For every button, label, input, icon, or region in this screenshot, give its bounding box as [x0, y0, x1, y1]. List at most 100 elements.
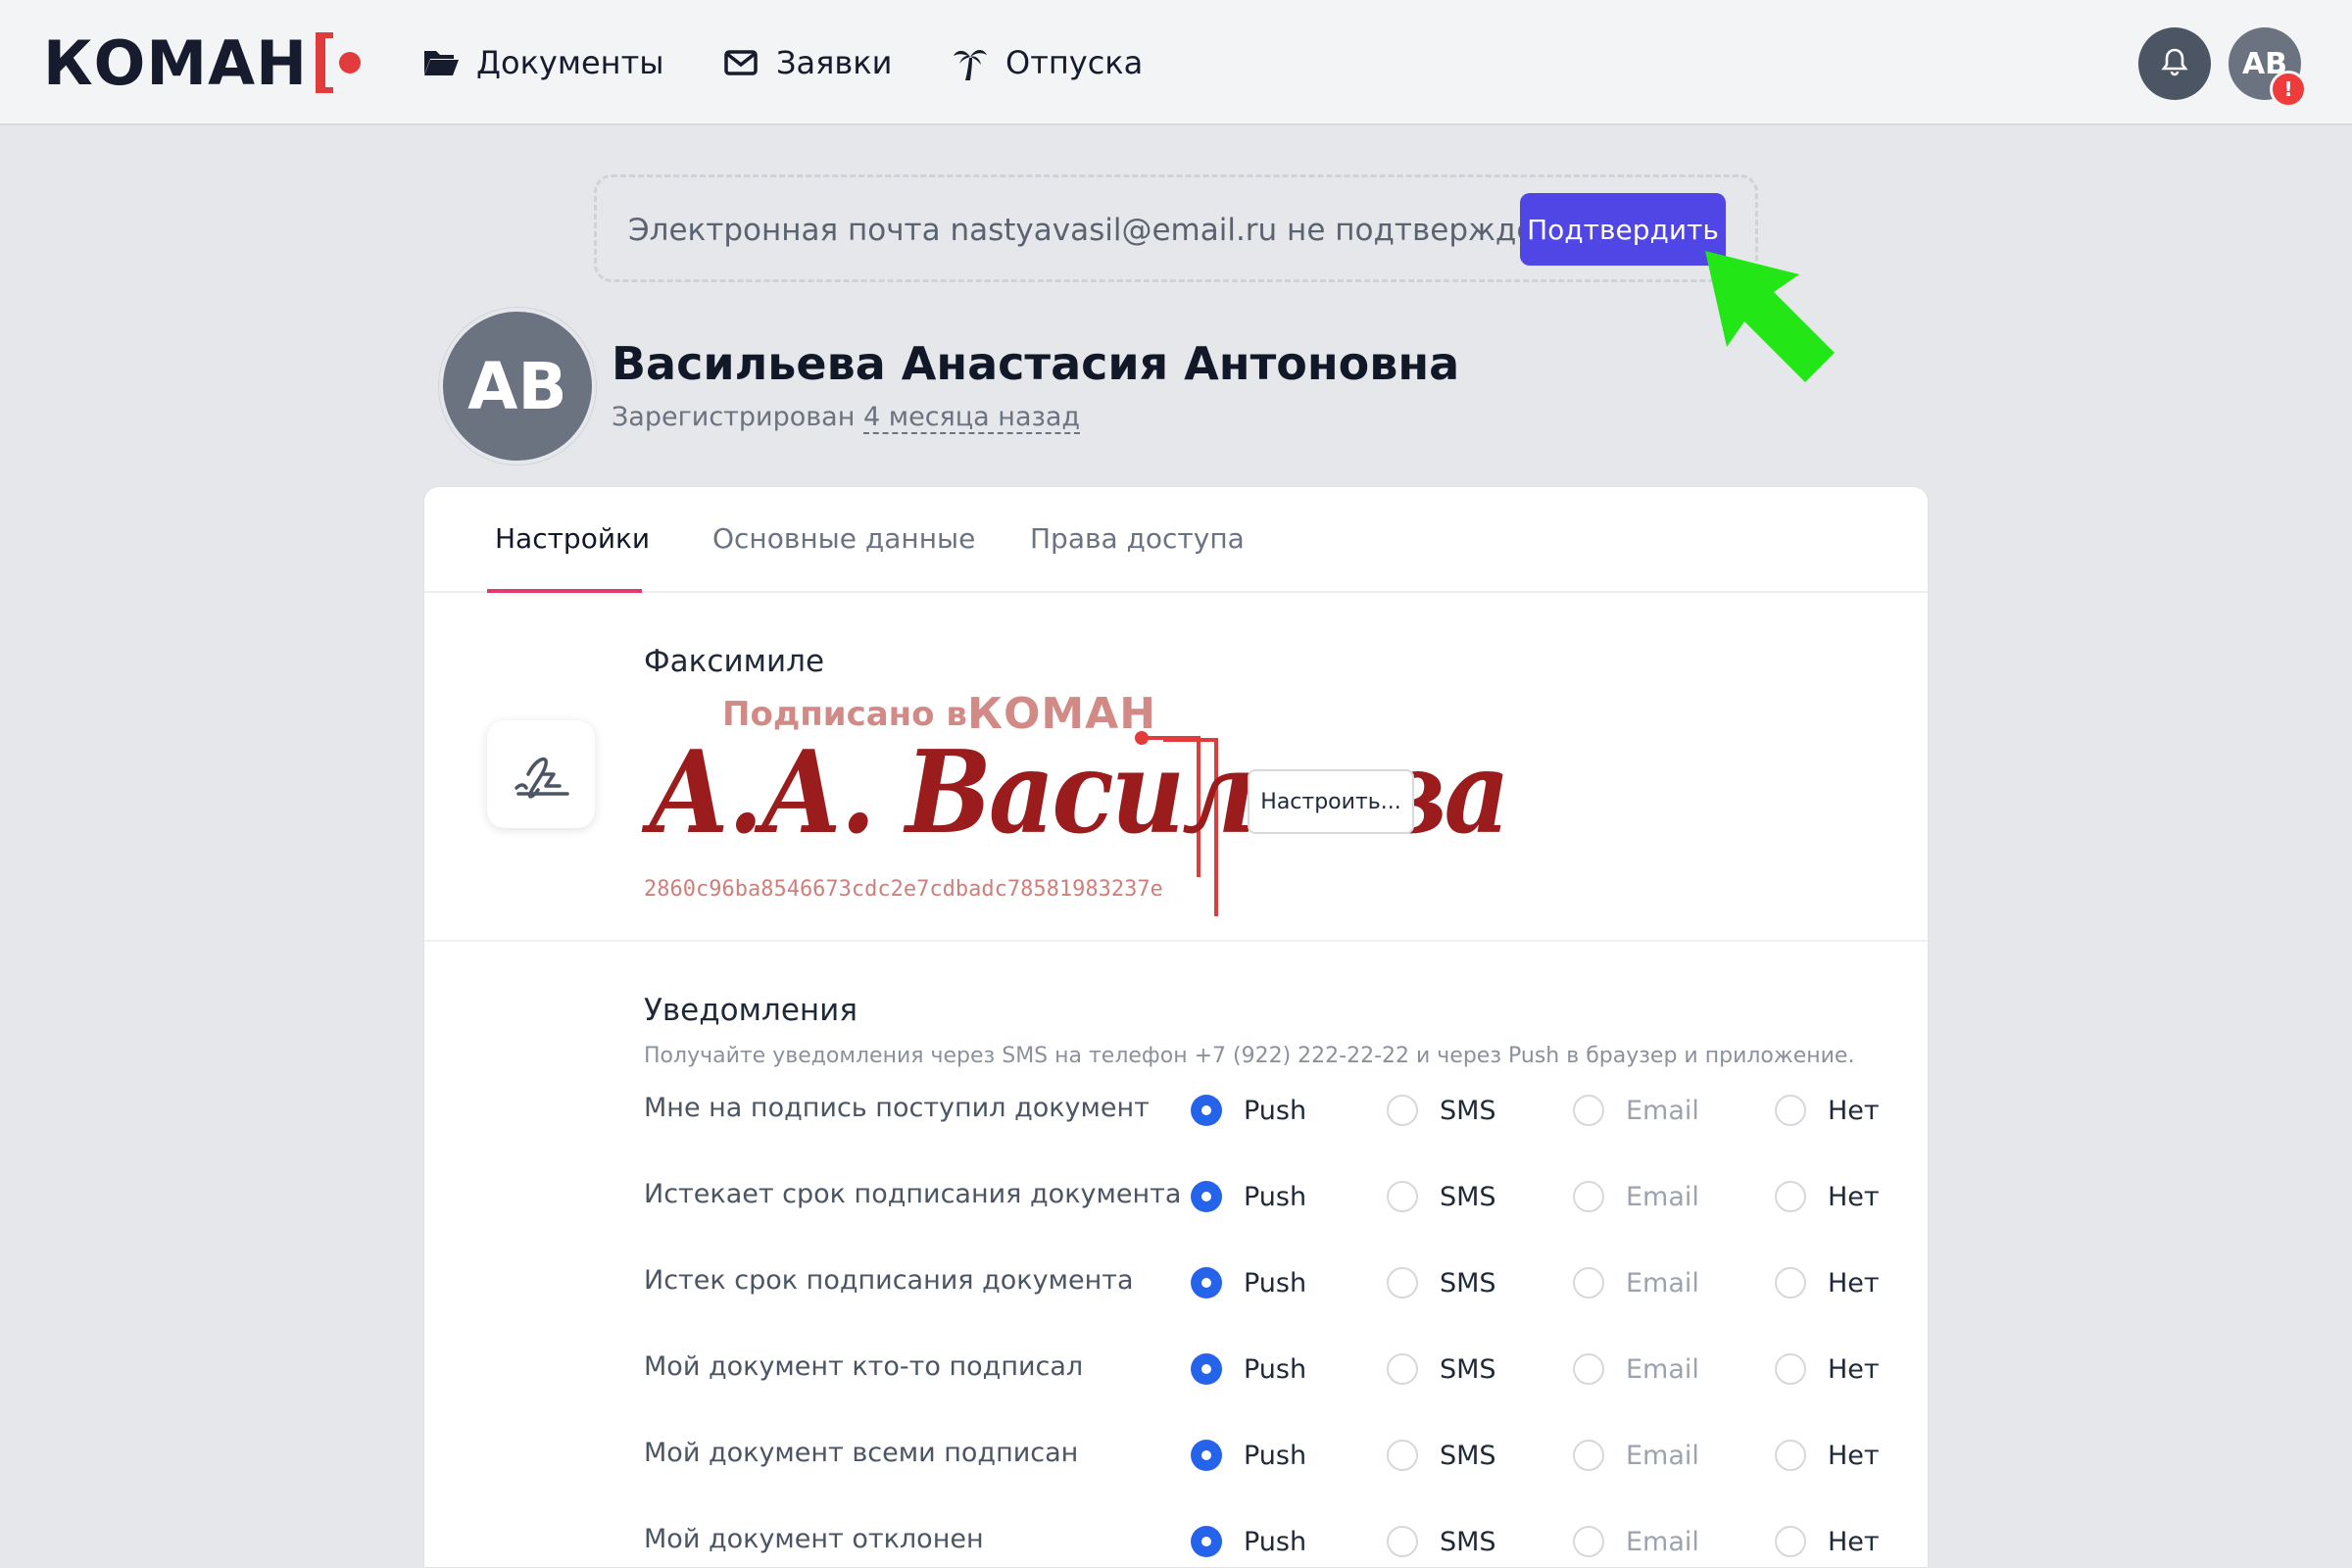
palm-tree-icon	[951, 43, 990, 82]
radio-label: Push	[1244, 1181, 1307, 1212]
registration-info: Зарегистрирован 4 месяца назад	[612, 402, 1081, 434]
notification-option-push[interactable]: Push	[1191, 1434, 1306, 1477]
radio-button[interactable]	[1573, 1440, 1604, 1471]
radio-button[interactable]	[1191, 1526, 1222, 1557]
nav-item-vacations[interactable]: Отпуска	[951, 35, 1143, 90]
notification-option-push[interactable]: Push	[1191, 1089, 1306, 1132]
radio-button[interactable]	[1191, 1353, 1222, 1385]
facsimile-stamp: Подписано в КОМАН А.А. Васильева 2860c96…	[644, 689, 1510, 916]
radio-button[interactable]	[1387, 1353, 1418, 1385]
registered-ago: 4 месяца назад	[862, 402, 1081, 434]
notification-option-email[interactable]: Email	[1573, 1348, 1699, 1391]
notice-text: Электронная почта nastyavasil@email.ru н…	[628, 213, 1574, 248]
configure-facsimile-button[interactable]: Настроить...	[1248, 769, 1414, 834]
radio-label: SMS	[1440, 1440, 1496, 1471]
registered-prefix: Зарегистрирован	[612, 402, 856, 432]
tab-bar: Настройки Основные данные Права доступа	[424, 487, 1928, 593]
notification-option-email[interactable]: Email	[1573, 1089, 1699, 1132]
active-tab-indicator	[487, 589, 642, 593]
radio-label: Email	[1626, 1181, 1699, 1212]
radio-button[interactable]	[1775, 1526, 1806, 1557]
brand-logo[interactable]: КОМАН	[43, 27, 361, 99]
notification-option-none[interactable]: Нет	[1775, 1520, 1880, 1563]
radio-button[interactable]	[1191, 1440, 1222, 1471]
radio-label: Нет	[1828, 1267, 1880, 1298]
radio-button[interactable]	[1387, 1526, 1418, 1557]
radio-label: Push	[1244, 1095, 1307, 1126]
tab-access-rights[interactable]: Права доступа	[1030, 522, 1245, 555]
signature-icon	[487, 720, 595, 828]
tab-settings[interactable]: Настройки	[495, 522, 650, 555]
notification-row-label: Истек срок подписания документа	[644, 1265, 1134, 1296]
notification-option-sms[interactable]: SMS	[1387, 1089, 1496, 1132]
radio-label: Нет	[1828, 1181, 1880, 1212]
radio-label: Push	[1244, 1526, 1307, 1557]
radio-button[interactable]	[1573, 1267, 1604, 1298]
radio-button[interactable]	[1573, 1526, 1604, 1557]
notification-option-none[interactable]: Нет	[1775, 1261, 1880, 1304]
notification-option-sms[interactable]: SMS	[1387, 1520, 1496, 1563]
notification-option-push[interactable]: Push	[1191, 1175, 1306, 1218]
alert-badge: !	[2270, 71, 2307, 108]
notification-option-push[interactable]: Push	[1191, 1261, 1306, 1304]
nav-label: Отпуска	[1005, 44, 1144, 81]
radio-button[interactable]	[1387, 1095, 1418, 1126]
radio-label: SMS	[1440, 1267, 1496, 1298]
notification-option-sms[interactable]: SMS	[1387, 1175, 1496, 1218]
notification-option-none[interactable]: Нет	[1775, 1175, 1880, 1218]
notification-option-sms[interactable]: SMS	[1387, 1261, 1496, 1304]
notification-option-email[interactable]: Email	[1573, 1175, 1699, 1218]
notification-row-label: Истекает срок подписания документа	[644, 1179, 1182, 1209]
radio-label: Нет	[1828, 1440, 1880, 1471]
radio-button[interactable]	[1573, 1181, 1604, 1212]
radio-button[interactable]	[1191, 1267, 1222, 1298]
nav-item-documents[interactable]: Документы	[421, 35, 664, 90]
radio-button[interactable]	[1191, 1095, 1222, 1126]
radio-label: Нет	[1828, 1095, 1880, 1126]
notification-row: Истек срок подписания документа Push SMS Em…	[644, 1261, 1880, 1304]
bell-icon	[2161, 47, 2188, 80]
logo-bracket-mark	[315, 32, 333, 93]
radio-label: Нет	[1828, 1526, 1880, 1557]
radio-button[interactable]	[1775, 1353, 1806, 1385]
radio-button[interactable]	[1387, 1181, 1418, 1212]
radio-label: Email	[1626, 1526, 1699, 1557]
notification-option-email[interactable]: Email	[1573, 1520, 1699, 1563]
notifications-button[interactable]	[2138, 27, 2211, 100]
notification-row-label: Мой документ всеми подписан	[644, 1438, 1079, 1468]
nav-item-requests[interactable]: Заявки	[721, 35, 892, 90]
notification-row-label: Мой документ кто-то подписал	[644, 1351, 1084, 1382]
radio-button[interactable]	[1775, 1095, 1806, 1126]
radio-button[interactable]	[1387, 1267, 1418, 1298]
settings-card: Настройки Основные данные Права доступа …	[423, 486, 1929, 1568]
tab-basic-data[interactable]: Основные данные	[712, 522, 975, 555]
notification-option-email[interactable]: Email	[1573, 1261, 1699, 1304]
notification-option-push[interactable]: Push	[1191, 1520, 1306, 1563]
notification-option-email[interactable]: Email	[1573, 1434, 1699, 1477]
radio-button[interactable]	[1573, 1353, 1604, 1385]
notification-option-sms[interactable]: SMS	[1387, 1348, 1496, 1391]
radio-label: SMS	[1440, 1353, 1496, 1385]
notification-option-push[interactable]: Push	[1191, 1348, 1306, 1391]
profile-name: Васильева Анастасия Антоновна	[612, 337, 1460, 390]
logo-dot-mark	[338, 52, 361, 74]
radio-button[interactable]	[1387, 1440, 1418, 1471]
radio-label: Email	[1626, 1095, 1699, 1126]
notification-option-none[interactable]: Нет	[1775, 1434, 1880, 1477]
radio-label: Нет	[1828, 1353, 1880, 1385]
radio-label: Email	[1626, 1440, 1699, 1471]
notification-option-none[interactable]: Нет	[1775, 1348, 1880, 1391]
radio-label: Push	[1244, 1353, 1307, 1385]
radio-label: SMS	[1440, 1095, 1496, 1126]
radio-button[interactable]	[1573, 1095, 1604, 1126]
radio-label: Push	[1244, 1440, 1307, 1471]
radio-button[interactable]	[1775, 1440, 1806, 1471]
notifications-title: Уведомления	[644, 993, 858, 1028]
radio-button[interactable]	[1191, 1181, 1222, 1212]
radio-button[interactable]	[1775, 1267, 1806, 1298]
confirm-email-button[interactable]: Подтвердить	[1520, 193, 1726, 266]
radio-button[interactable]	[1775, 1181, 1806, 1212]
notification-option-none[interactable]: Нет	[1775, 1089, 1880, 1132]
notification-option-sms[interactable]: SMS	[1387, 1434, 1496, 1477]
envelope-icon	[721, 43, 760, 82]
